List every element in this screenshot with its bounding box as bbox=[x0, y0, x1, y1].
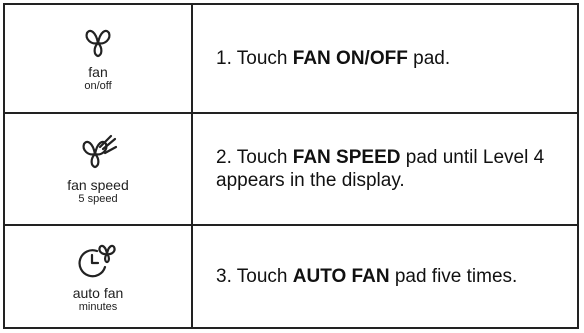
pad-sublabel: 5 speed bbox=[78, 192, 118, 205]
step-text-post: pad five times. bbox=[389, 266, 518, 287]
step-instruction: 1. Touch FAN ON/OFF pad. bbox=[193, 5, 577, 112]
step-number: 1. bbox=[216, 48, 232, 69]
pad-name: FAN ON/OFF bbox=[292, 48, 408, 69]
step-row-3: auto fan minutes 3. Touch AUTO FAN pad f… bbox=[5, 226, 577, 327]
fan-icon bbox=[85, 29, 111, 58]
pad-name: FAN SPEED bbox=[292, 147, 401, 168]
pad-name: AUTO FAN bbox=[292, 266, 390, 287]
step-number: 3. bbox=[216, 266, 232, 287]
step-text-post: pad. bbox=[407, 48, 451, 69]
step-number: 2. bbox=[216, 147, 232, 168]
fan-speed-pad: fan speed 5 speed bbox=[5, 114, 191, 224]
pad-label: fan bbox=[88, 64, 108, 80]
pad-label: auto fan bbox=[72, 285, 124, 301]
step-instruction: 3. Touch AUTO FAN pad five times. bbox=[193, 226, 577, 327]
step-row-2: fan speed 5 speed 2. Touch FAN SPEED pad… bbox=[5, 114, 577, 226]
step-instruction: 2. Touch FAN SPEED pad until Level 4 app… bbox=[193, 114, 577, 224]
pad-sublabel: minutes bbox=[78, 301, 118, 313]
step-text-pre: Touch bbox=[236, 147, 293, 168]
instruction-table: fan on/off 1. Touch FAN ON/OFF pad. fan … bbox=[3, 3, 579, 329]
fan-pad: fan on/off bbox=[5, 5, 191, 112]
auto-fan-pad: auto fan minutes bbox=[5, 226, 191, 327]
fan-speed-icon bbox=[82, 134, 118, 168]
step-row-1: fan on/off 1. Touch FAN ON/OFF pad. bbox=[5, 5, 577, 114]
step-text-pre: Touch bbox=[236, 48, 293, 69]
pad-label: fan speed bbox=[67, 176, 129, 193]
pad-sublabel: on/off bbox=[84, 80, 112, 92]
auto-fan-timer-icon bbox=[78, 244, 116, 278]
step-text-pre: Touch bbox=[236, 266, 293, 287]
